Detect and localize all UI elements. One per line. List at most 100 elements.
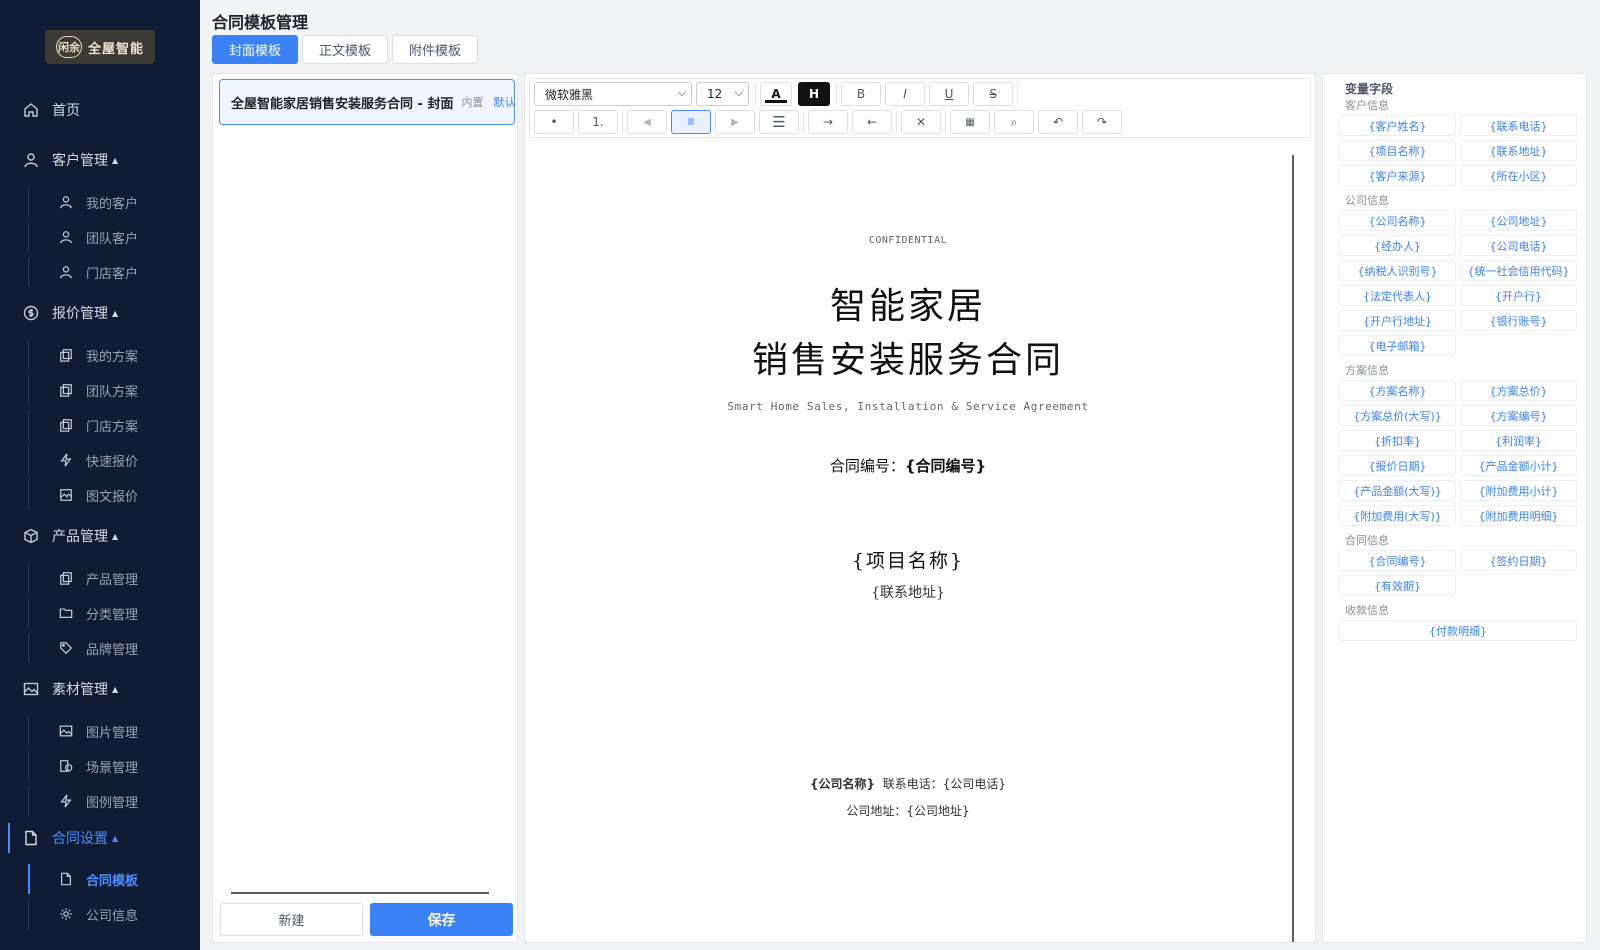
variable-chip[interactable]: {所在小区} bbox=[1460, 165, 1577, 186]
nav-contract[interactable]: 合同设置 ▲ bbox=[0, 821, 200, 855]
sidebar-item-store-plans[interactable]: 门店方案 bbox=[0, 410, 200, 440]
variable-chip[interactable]: {利润率} bbox=[1460, 430, 1577, 451]
variable-chip[interactable]: {客户姓名} bbox=[1339, 115, 1456, 136]
indent-button[interactable]: → bbox=[808, 110, 848, 134]
tab-body[interactable]: 正文模板 bbox=[302, 35, 389, 64]
new-template-button[interactable]: 新建 bbox=[220, 903, 363, 936]
sidebar-item-label: 品牌管理 bbox=[86, 642, 139, 658]
variable-chip[interactable]: {统一社会信用代码} bbox=[1460, 260, 1577, 281]
sidebar-item-images[interactable]: 图片管理 bbox=[0, 716, 200, 746]
variable-chip[interactable]: {方案总价} bbox=[1460, 380, 1577, 401]
insert-table-button[interactable]: ▦ bbox=[950, 110, 990, 134]
sidebar-item-company-info[interactable]: 公司信息 bbox=[0, 899, 200, 929]
document-scrollbar[interactable] bbox=[1292, 155, 1294, 942]
font-size-select[interactable]: 12 ⌵ bbox=[696, 82, 749, 106]
sidebar-item-legends[interactable]: 图例管理 bbox=[0, 786, 200, 816]
sidebar-item-quick-quote[interactable]: 快速报价 bbox=[0, 445, 200, 475]
list-scrollbar[interactable] bbox=[231, 892, 489, 894]
variable-chip[interactable]: {方案名称} bbox=[1339, 380, 1456, 401]
variable-chip[interactable]: {附加费用明细} bbox=[1460, 505, 1577, 526]
variable-chip[interactable]: {签约日期} bbox=[1460, 550, 1577, 571]
variable-chip[interactable]: {附加费用(大写)} bbox=[1339, 505, 1456, 526]
variable-chip[interactable]: {方案编号} bbox=[1460, 405, 1577, 426]
nav-home[interactable]: 首页 bbox=[0, 93, 200, 127]
gear-icon bbox=[58, 906, 74, 922]
undo-button[interactable]: ↶ bbox=[1038, 110, 1078, 134]
sidebar-item-team-plans[interactable]: 团队方案 bbox=[0, 375, 200, 405]
variable-chip[interactable]: {公司电话} bbox=[1460, 235, 1577, 256]
save-button[interactable]: 保存 bbox=[370, 903, 513, 936]
sidebar-item-label: 产品管理 bbox=[86, 572, 139, 588]
sidebar-item-team-customers[interactable]: 团队客户 bbox=[0, 222, 200, 252]
variable-chip[interactable]: {公司名称} bbox=[1339, 210, 1456, 231]
justify-button[interactable]: ☰ bbox=[759, 110, 799, 134]
align-right-button[interactable]: ▶ bbox=[715, 110, 755, 134]
tab-cover[interactable]: 封面模板 bbox=[212, 35, 299, 64]
bullet-list-button[interactable]: • bbox=[534, 110, 574, 134]
nav-product[interactable]: 产品管理 ▲ bbox=[0, 519, 200, 553]
variable-chip[interactable]: {经办人} bbox=[1339, 235, 1456, 256]
sidebar-item-contract-templates[interactable]: 合同模板 bbox=[0, 864, 200, 894]
sidebar-item-my-customers[interactable]: 我的客户 bbox=[0, 187, 200, 217]
file-icon bbox=[58, 871, 74, 887]
template-list-item[interactable]: 全屋智能家居销售安装服务合同 - 封面 内置 默认 bbox=[219, 79, 515, 125]
variable-chip[interactable]: {报价日期} bbox=[1339, 455, 1456, 476]
sidebar-item-categories[interactable]: 分类管理 bbox=[0, 598, 200, 628]
variable-chip[interactable]: {开户行地址} bbox=[1339, 310, 1456, 331]
variable-chip[interactable]: {附加费用小计} bbox=[1460, 480, 1577, 501]
bold-button[interactable]: B bbox=[841, 82, 881, 106]
variable-chip[interactable]: {方案总价(大写)} bbox=[1339, 405, 1456, 426]
sidebar-item-scenes[interactable]: 场景管理 bbox=[0, 751, 200, 781]
nav-material-label: 素材管理 bbox=[52, 682, 108, 698]
user-icon bbox=[58, 229, 74, 245]
variable-chip[interactable]: {有效期} bbox=[1339, 575, 1456, 596]
variable-chip[interactable]: {折扣率} bbox=[1339, 430, 1456, 451]
image-icon bbox=[58, 723, 74, 739]
brand-logo[interactable]: 闲余 全屋智能 bbox=[45, 30, 155, 64]
sidebar-item-label: 门店方案 bbox=[86, 419, 139, 435]
variable-chip[interactable]: {公司地址} bbox=[1460, 210, 1577, 231]
sidebar-item-products[interactable]: 产品管理 bbox=[0, 563, 200, 593]
font-color-button[interactable]: A bbox=[760, 82, 792, 106]
nav-customer[interactable]: 客户管理 ▲ bbox=[0, 143, 200, 177]
variable-chip[interactable]: {纳税人识别号} bbox=[1339, 260, 1456, 281]
variable-chip[interactable]: {开户行} bbox=[1460, 285, 1577, 306]
document-canvas[interactable]: CONFIDENTIAL 智能家居 销售安装服务合同 Smart Home Sa… bbox=[528, 145, 1288, 935]
find-button[interactable]: ⌕ bbox=[994, 110, 1034, 134]
nav-quote[interactable]: 报价管理 ▲ bbox=[0, 296, 200, 330]
sidebar-item-store-customers[interactable]: 门店客户 bbox=[0, 257, 200, 287]
variable-chip[interactable]: {法定代表人} bbox=[1339, 285, 1456, 306]
variable-chip[interactable]: {联系电话} bbox=[1460, 115, 1577, 136]
variable-chip[interactable]: {银行账号} bbox=[1460, 310, 1577, 331]
image-icon bbox=[22, 680, 40, 698]
align-left-button[interactable]: ◀ bbox=[627, 110, 667, 134]
user-icon bbox=[22, 151, 40, 169]
variable-chip[interactable]: {联系地址} bbox=[1460, 140, 1577, 161]
variable-chip[interactable]: {客户来源} bbox=[1339, 165, 1456, 186]
variable-chip[interactable]: {电子邮箱} bbox=[1339, 335, 1456, 356]
sidebar-item-brands[interactable]: 品牌管理 bbox=[0, 633, 200, 663]
variable-chip[interactable]: {付款明细} bbox=[1339, 620, 1577, 641]
highlight-button[interactable]: H bbox=[798, 82, 830, 106]
nav-material[interactable]: 素材管理 ▲ bbox=[0, 672, 200, 706]
outdent-button[interactable]: ← bbox=[852, 110, 892, 134]
variable-chip[interactable]: {产品金额小计} bbox=[1460, 455, 1577, 476]
align-center-button[interactable]: Ⅲ bbox=[671, 110, 711, 134]
variable-chip[interactable]: {产品金额(大写)} bbox=[1339, 480, 1456, 501]
sidebar-item-graphic-quote[interactable]: 图文报价 bbox=[0, 480, 200, 510]
sidebar-item-label: 分类管理 bbox=[86, 607, 139, 623]
nav-quote-label: 报价管理 bbox=[52, 306, 108, 322]
contract-number-label: 合同编号： bbox=[829, 457, 905, 475]
sidebar-item-my-plans[interactable]: 我的方案 bbox=[0, 340, 200, 370]
strikethrough-button[interactable]: S bbox=[973, 82, 1013, 106]
tab-attachment[interactable]: 附件模板 bbox=[392, 35, 479, 64]
underline-button[interactable]: U bbox=[929, 82, 969, 106]
redo-button[interactable]: ↷ bbox=[1082, 110, 1122, 134]
italic-button[interactable]: I bbox=[885, 82, 925, 106]
variable-chip[interactable]: {项目名称} bbox=[1339, 140, 1456, 161]
clear-format-button[interactable]: ✕ bbox=[901, 110, 941, 134]
copy-icon bbox=[58, 347, 74, 363]
numbered-list-button[interactable]: 1. bbox=[578, 110, 618, 134]
font-family-select[interactable]: 微软雅黑 ⌵ bbox=[534, 82, 692, 106]
variable-chip[interactable]: {合同编号} bbox=[1339, 550, 1456, 571]
